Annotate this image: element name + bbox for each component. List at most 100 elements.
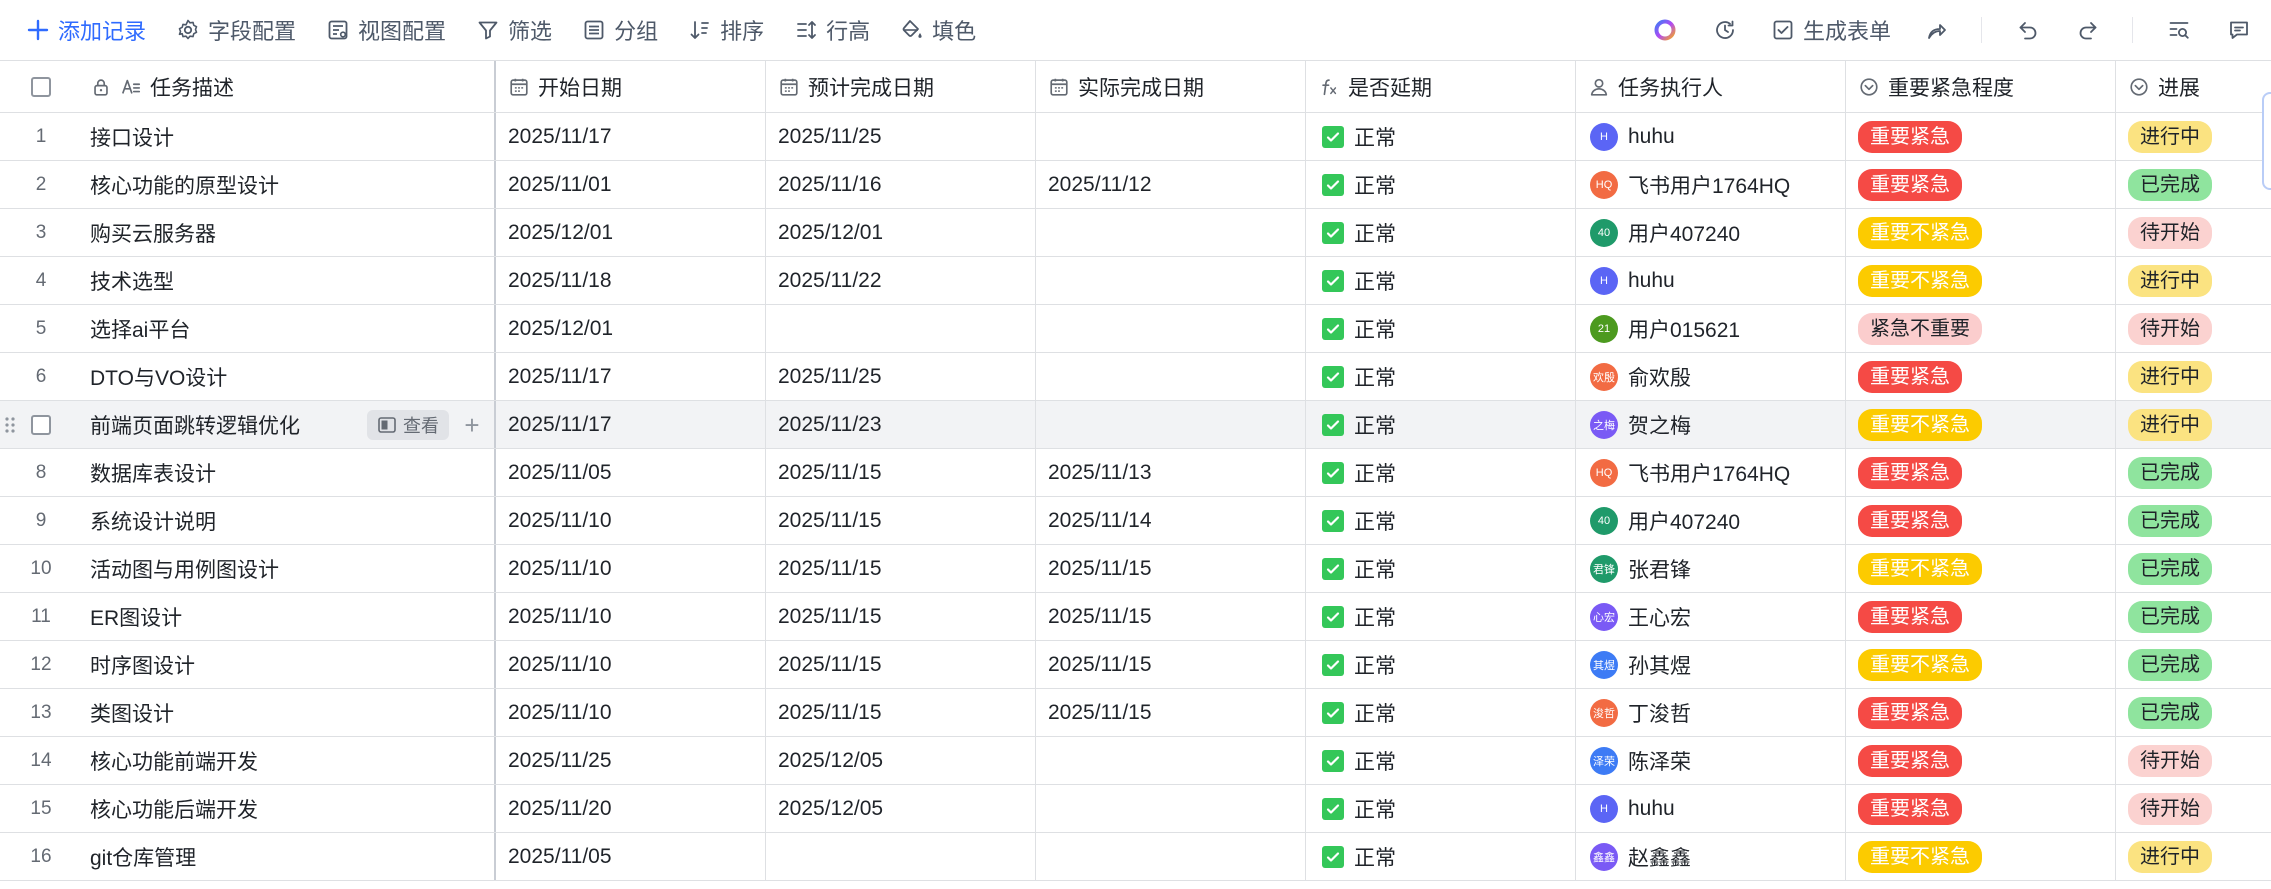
row-index[interactable]: 4 <box>0 257 82 304</box>
row-index[interactable]: 10 <box>0 545 82 592</box>
planned-date-cell[interactable]: 2025/11/15 <box>766 497 1036 544</box>
progress-cell[interactable]: 进行中 <box>2116 833 2271 880</box>
actual-date-cell[interactable]: 2025/11/13 <box>1036 449 1306 496</box>
progress-cell[interactable]: 进行中 <box>2116 353 2271 400</box>
priority-cell[interactable]: 重要紧急 <box>1846 593 2116 640</box>
planned-date-cell[interactable]: 2025/12/05 <box>766 737 1036 784</box>
start-date-cell[interactable]: 2025/11/05 <box>496 449 766 496</box>
start-date-cell[interactable]: 2025/11/10 <box>496 641 766 688</box>
table-row[interactable]: 14 核心功能前端开发 2025/11/25 2025/12/05 正常 泽荣 … <box>0 737 2271 785</box>
delayed-cell[interactable]: 正常 <box>1306 257 1576 304</box>
progress-cell[interactable]: 已完成 <box>2116 545 2271 592</box>
field-config-button[interactable]: 字段配置 <box>176 14 296 46</box>
priority-cell[interactable]: 重要紧急 <box>1846 689 2116 736</box>
progress-cell[interactable]: 已完成 <box>2116 593 2271 640</box>
assignee-cell[interactable]: H huhu <box>1576 257 1846 304</box>
delayed-cell[interactable]: 正常 <box>1306 353 1576 400</box>
table-row[interactable]: 5 选择ai平台 2025/12/01 正常 21 用户015621 紧急不重要… <box>0 305 2271 353</box>
table-row[interactable]: 15 核心功能后端开发 2025/11/20 2025/12/05 正常 H h… <box>0 785 2271 833</box>
table-row[interactable]: 12 时序图设计 2025/11/10 2025/11/15 2025/11/1… <box>0 641 2271 689</box>
task-name-cell[interactable]: 活动图与用例图设计 <box>82 545 496 592</box>
planned-date-cell[interactable]: 2025/11/15 <box>766 449 1036 496</box>
progress-cell[interactable]: 进行中 <box>2116 401 2271 448</box>
planned-date-cell[interactable]: 2025/11/23 <box>766 401 1036 448</box>
view-record-button[interactable]: 查看 <box>367 410 449 440</box>
progress-cell[interactable]: 已完成 <box>2116 497 2271 544</box>
delayed-cell[interactable]: 正常 <box>1306 497 1576 544</box>
column-header-progress[interactable]: 进展 <box>2116 61 2271 112</box>
progress-cell[interactable]: 已完成 <box>2116 641 2271 688</box>
row-index[interactable]: 8 <box>0 449 82 496</box>
filter-button[interactable]: 筛选 <box>476 14 552 46</box>
progress-cell[interactable]: 待开始 <box>2116 737 2271 784</box>
progress-cell[interactable]: 已完成 <box>2116 161 2271 208</box>
start-date-cell[interactable]: 2025/11/01 <box>496 161 766 208</box>
table-row[interactable]: 11 ER图设计 2025/11/10 2025/11/15 2025/11/1… <box>0 593 2271 641</box>
delayed-cell[interactable]: 正常 <box>1306 545 1576 592</box>
delayed-cell[interactable]: 正常 <box>1306 689 1576 736</box>
delayed-cell[interactable]: 正常 <box>1306 113 1576 160</box>
undo-icon[interactable] <box>2014 16 2042 44</box>
start-date-cell[interactable]: 2025/11/17 <box>496 113 766 160</box>
priority-cell[interactable]: 重要不紧急 <box>1846 545 2116 592</box>
share-icon[interactable] <box>1923 16 1951 44</box>
actual-date-cell[interactable] <box>1036 833 1306 880</box>
fill-color-button[interactable]: 填色 <box>900 14 976 46</box>
add-row-plus-icon[interactable]: + <box>458 410 486 440</box>
assignee-cell[interactable]: H huhu <box>1576 113 1846 160</box>
expand-panel-handle[interactable] <box>2262 92 2271 190</box>
generate-form-button[interactable]: 生成表单 <box>1771 14 1891 46</box>
actual-date-cell[interactable] <box>1036 353 1306 400</box>
column-header-name[interactable]: 任务描述 <box>82 61 496 112</box>
task-name-cell[interactable]: 类图设计 <box>82 689 496 736</box>
task-name-cell[interactable]: DTO与VO设计 <box>82 353 496 400</box>
assignee-cell[interactable]: HQ 飞书用户1764HQ <box>1576 449 1846 496</box>
task-name-cell[interactable]: 技术选型 <box>82 257 496 304</box>
row-index[interactable]: 3 <box>0 209 82 256</box>
planned-date-cell[interactable] <box>766 833 1036 880</box>
start-date-cell[interactable]: 2025/11/10 <box>496 545 766 592</box>
sort-button[interactable]: 排序 <box>688 14 764 46</box>
task-name-cell[interactable]: git仓库管理 <box>82 833 496 880</box>
planned-date-cell[interactable]: 2025/11/22 <box>766 257 1036 304</box>
assignee-cell[interactable]: 欢殷 俞欢殷 <box>1576 353 1846 400</box>
planned-date-cell[interactable]: 2025/11/15 <box>766 593 1036 640</box>
task-name-cell[interactable]: 系统设计说明 <box>82 497 496 544</box>
priority-cell[interactable]: 重要不紧急 <box>1846 401 2116 448</box>
actual-date-cell[interactable] <box>1036 737 1306 784</box>
select-all-cell[interactable] <box>0 61 82 112</box>
priority-cell[interactable]: 重要不紧急 <box>1846 257 2116 304</box>
assignee-cell[interactable]: 之梅 贺之梅 <box>1576 401 1846 448</box>
table-row[interactable]: 1 接口设计 2025/11/17 2025/11/25 正常 H huhu 重… <box>0 113 2271 161</box>
start-date-cell[interactable]: 2025/11/17 <box>496 353 766 400</box>
column-header-assignee[interactable]: 任务执行人 <box>1576 61 1846 112</box>
row-index[interactable]: 11 <box>0 593 82 640</box>
delayed-cell[interactable]: 正常 <box>1306 161 1576 208</box>
column-header-delayed[interactable]: 是否延期 <box>1306 61 1576 112</box>
progress-cell[interactable]: 已完成 <box>2116 449 2271 496</box>
row-index[interactable]: 2 <box>0 161 82 208</box>
task-name-cell[interactable]: 购买云服务器 <box>82 209 496 256</box>
start-date-cell[interactable]: 2025/11/25 <box>496 737 766 784</box>
table-row[interactable]: 9 系统设计说明 2025/11/10 2025/11/15 2025/11/1… <box>0 497 2271 545</box>
column-header-priority[interactable]: 重要紧急程度 <box>1846 61 2116 112</box>
search-list-icon[interactable] <box>2165 16 2193 44</box>
priority-cell[interactable]: 重要紧急 <box>1846 449 2116 496</box>
start-date-cell[interactable]: 2025/11/10 <box>496 593 766 640</box>
table-row[interactable]: 前端页面跳转逻辑优化 2025/11/17 2025/11/23 正常 之梅 贺… <box>0 401 2271 449</box>
start-date-cell[interactable]: 2025/12/01 <box>496 305 766 352</box>
planned-date-cell[interactable]: 2025/11/16 <box>766 161 1036 208</box>
actual-date-cell[interactable]: 2025/11/15 <box>1036 545 1306 592</box>
select-all-checkbox[interactable] <box>31 76 51 97</box>
column-header-actual-date[interactable]: 实际完成日期 <box>1036 61 1306 112</box>
row-index[interactable]: 9 <box>0 497 82 544</box>
assignee-cell[interactable]: 君锋 张君锋 <box>1576 545 1846 592</box>
priority-cell[interactable]: 重要紧急 <box>1846 497 2116 544</box>
assignee-cell[interactable]: 40 用户407240 <box>1576 209 1846 256</box>
delayed-cell[interactable]: 正常 <box>1306 401 1576 448</box>
row-index[interactable]: 14 <box>0 737 82 784</box>
task-name-cell[interactable]: 选择ai平台 <box>82 305 496 352</box>
delayed-cell[interactable]: 正常 <box>1306 785 1576 832</box>
column-header-planned-date[interactable]: 预计完成日期 <box>766 61 1036 112</box>
delayed-cell[interactable]: 正常 <box>1306 593 1576 640</box>
